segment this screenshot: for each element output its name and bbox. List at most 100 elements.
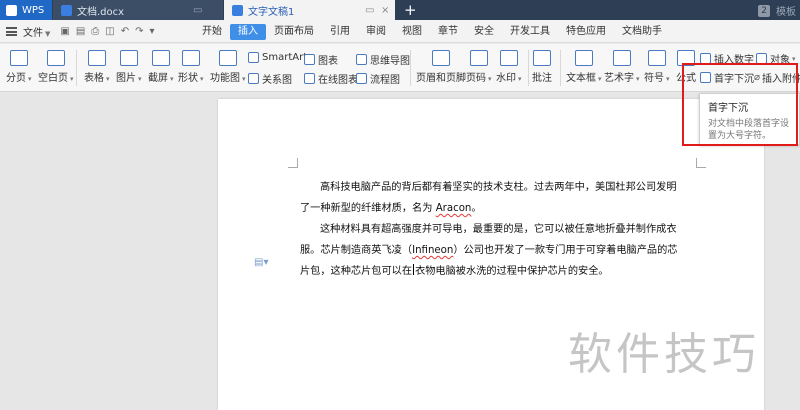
table-icon xyxy=(87,50,106,66)
textbox-icon xyxy=(574,50,593,66)
print-icon[interactable]: ⎙ xyxy=(91,26,99,37)
paragraph-1[interactable]: 高科技电脑产品的背后都有着坚实的技术支柱。过去两年中，美国杜邦公司发明了一种新型… xyxy=(300,177,684,219)
online-chart-icon xyxy=(304,73,315,84)
chart-button[interactable]: 图表 xyxy=(304,52,338,67)
template-button[interactable]: 模板 xyxy=(776,3,796,18)
wordart-label: 艺术字 xyxy=(604,73,634,84)
monitor-icon[interactable]: ▭ xyxy=(193,5,202,16)
table-label: 表格 xyxy=(84,73,104,84)
tab-review[interactable]: 审阅 xyxy=(358,24,394,40)
header-footer-icon xyxy=(432,50,450,66)
tab-section[interactable]: 章节 xyxy=(430,24,466,40)
wordart-icon xyxy=(612,50,631,66)
mind-map-icon xyxy=(356,54,367,65)
symbol-button[interactable]: 符号 ▾ xyxy=(644,50,670,84)
symbol-label: 符号 xyxy=(644,73,664,84)
picture-button[interactable]: 图片 ▾ xyxy=(116,50,142,84)
watermark-button[interactable]: 水印 ▾ xyxy=(496,50,522,84)
picture-label: 图片 xyxy=(116,73,136,84)
paragraph-handle-icon[interactable]: ▤▾ xyxy=(254,257,268,268)
function-chart-label: 功能图 xyxy=(210,73,240,84)
close-tab-icon[interactable]: × xyxy=(381,5,389,16)
wordart-button[interactable]: 艺术字 ▾ xyxy=(604,50,640,84)
page-break-label: 分页 xyxy=(6,73,26,84)
online-chart-button[interactable]: 在线图表 xyxy=(304,71,358,86)
margin-marker xyxy=(696,158,706,168)
symbol-icon xyxy=(647,50,666,66)
tab-document-new[interactable]: 文字文稿1 ▭ × xyxy=(224,0,395,20)
export-pdf-icon[interactable]: ▤ xyxy=(76,26,85,37)
comment-button[interactable]: 批注 xyxy=(532,50,552,84)
watermark-icon xyxy=(499,50,518,66)
paragraph-text: 高科技电脑产品的背后都有着坚实的技术支柱。过去两年中，美国杜邦公司发明了一种新型… xyxy=(300,182,677,214)
shapes-icon xyxy=(181,50,200,66)
menu-bar: 文件 ▼ ▣ ▤ ⎙ ◫ ↶ ↷ ▾ 开始 插入 页面布局 引用 审阅 视图 章节… xyxy=(0,20,800,43)
function-chart-button[interactable]: 功能图 ▾ xyxy=(210,50,246,84)
tab-references[interactable]: 引用 xyxy=(322,24,358,40)
paragraph-text: 。 xyxy=(471,203,482,214)
document-body[interactable]: 高科技电脑产品的背后都有着坚实的技术支柱。过去两年中，美国杜邦公司发明了一种新型… xyxy=(300,177,684,282)
watermark-text: 软件技巧 xyxy=(568,329,760,380)
header-footer-button[interactable]: 页眉和页脚 xyxy=(416,50,466,84)
flowchart-button[interactable]: 流程图 xyxy=(356,71,400,86)
screenshot-button[interactable]: 截屏 ▾ xyxy=(148,50,174,84)
tab-home[interactable]: 开始 xyxy=(194,24,230,40)
tab-wps-home[interactable]: WPS xyxy=(0,0,52,20)
table-button[interactable]: 表格 ▾ xyxy=(84,50,110,84)
tab-developer[interactable]: 开发工具 xyxy=(502,24,558,40)
smartart-icon xyxy=(248,52,259,63)
comment-label: 批注 xyxy=(532,73,552,84)
header-footer-label: 页眉和页脚 xyxy=(416,73,466,84)
margin-marker xyxy=(288,158,298,168)
tab-special-apps[interactable]: 特色应用 xyxy=(558,24,614,40)
comment-icon xyxy=(533,50,551,66)
page-number-icon xyxy=(469,50,488,66)
blank-page-button[interactable]: 空白页 ▾ xyxy=(38,50,74,84)
customize-icon[interactable]: ▾ xyxy=(150,26,155,37)
menu-icon[interactable] xyxy=(6,27,17,36)
screenshot-icon xyxy=(151,50,170,66)
undo-icon[interactable]: ↶ xyxy=(121,26,129,37)
smartart-button[interactable]: SmartArt xyxy=(248,52,307,63)
picture-icon xyxy=(119,50,138,66)
monitor-icon[interactable]: ▭ xyxy=(365,5,374,16)
ribbon-divider xyxy=(76,50,77,86)
screenshot-label: 截屏 xyxy=(148,73,168,84)
watermark-label: 水印 xyxy=(496,73,516,84)
tab-view[interactable]: 视图 xyxy=(394,24,430,40)
paragraph-2[interactable]: 这种材料具有超高强度并可导电，最重要的是，它可以被任意地折叠并制作成衣服。芯片制… xyxy=(300,219,684,282)
misspelled-word[interactable]: Infineon xyxy=(412,245,453,256)
tab-page-layout[interactable]: 页面布局 xyxy=(266,24,322,40)
page-break-button[interactable]: 分页 ▾ xyxy=(6,50,32,84)
textbox-label: 文本框 xyxy=(566,73,596,84)
tab-insert[interactable]: 插入 xyxy=(230,23,266,40)
file-menu-label: 文件 xyxy=(23,28,43,39)
title-bar: WPS 文档.docx ▭ 文字文稿1 ▭ × + 2 模板 xyxy=(0,0,800,20)
page-number-button[interactable]: 页码 ▾ xyxy=(466,50,492,84)
window-count-badge[interactable]: 2 xyxy=(758,4,770,17)
paragraph-text: 衣物电脑被水洗的过程中保护芯片的安全。 xyxy=(415,266,609,277)
tab-document-docx[interactable]: 文档.docx ▭ xyxy=(53,0,223,20)
new-tab-button[interactable]: + xyxy=(404,1,417,19)
file-menu-button[interactable]: 文件 ▼ xyxy=(23,24,50,39)
document-icon xyxy=(61,4,72,16)
relation-chart-icon xyxy=(248,73,259,84)
tab-security[interactable]: 安全 xyxy=(466,24,502,40)
save-icon[interactable]: ▣ xyxy=(60,26,69,37)
tab-doc-assistant[interactable]: 文档助手 xyxy=(614,24,670,40)
shapes-label: 形状 xyxy=(178,73,198,84)
ribbon-divider xyxy=(560,50,561,86)
chart-label: 图表 xyxy=(318,56,338,67)
redo-icon[interactable]: ↷ xyxy=(135,26,143,37)
mind-map-button[interactable]: 思维导图 xyxy=(356,52,410,67)
textbox-button[interactable]: 文本框 ▾ xyxy=(566,50,602,84)
tab-label: 文字文稿1 xyxy=(248,6,295,18)
relation-chart-label: 关系图 xyxy=(262,75,292,86)
misspelled-word[interactable]: Aracon xyxy=(436,203,472,214)
wps-label: WPS xyxy=(22,4,45,16)
relation-chart-button[interactable]: 关系图 xyxy=(248,71,292,86)
text-cursor xyxy=(413,264,415,275)
print-preview-icon[interactable]: ◫ xyxy=(105,26,114,37)
shapes-button[interactable]: 形状 ▾ xyxy=(178,50,204,84)
chart-icon xyxy=(304,54,315,65)
